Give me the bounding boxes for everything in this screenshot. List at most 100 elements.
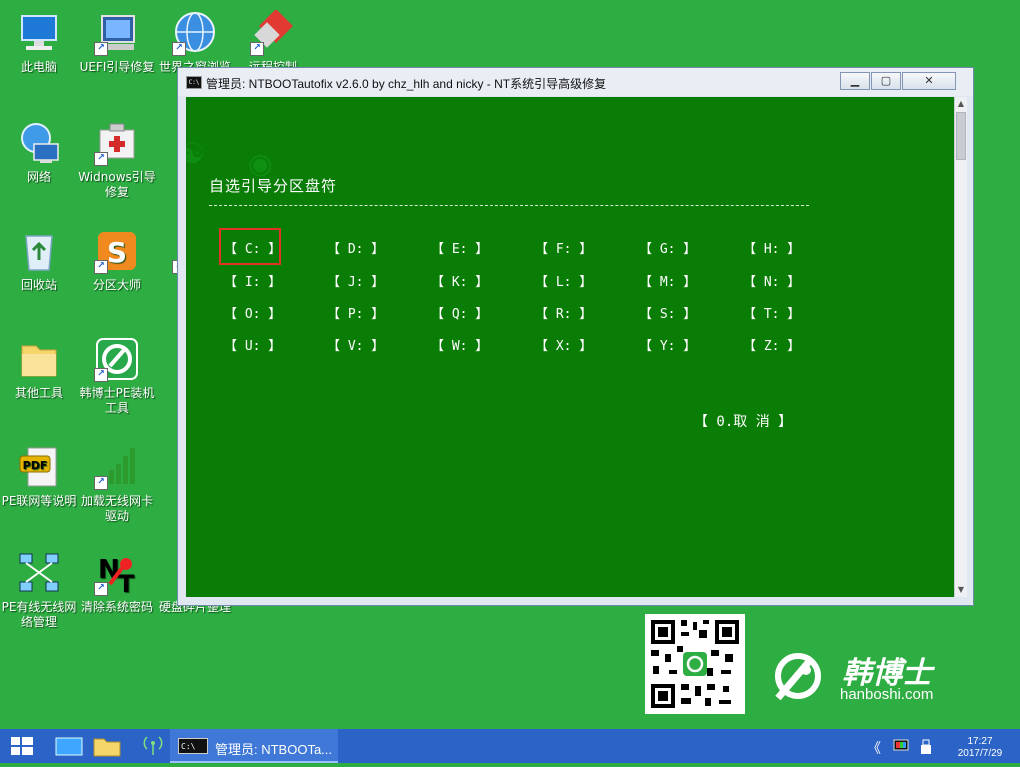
drive-option-q[interactable]: 【 Q: 】 bbox=[431, 303, 488, 322]
drive-option-k[interactable]: 【 K: 】 bbox=[431, 271, 488, 290]
desktop-icon-label: 其他工具 bbox=[14, 386, 63, 400]
drive-option-i[interactable]: 【 I: 】 bbox=[224, 271, 281, 290]
wireless-tray-icon[interactable] bbox=[138, 729, 168, 763]
desktop-icon-password-clear[interactable]: NT ↗ 清除系统密码 bbox=[78, 550, 156, 615]
console-icon: C:\ bbox=[178, 738, 208, 754]
desktop-icon-label: PE有线无线网络管理 bbox=[1, 600, 77, 629]
drive-option-v[interactable]: 【 V: 】 bbox=[327, 335, 384, 354]
pdf-icon: PDF bbox=[16, 444, 62, 490]
minimize-button[interactable]: ▁ bbox=[840, 72, 870, 90]
desktop-icon-windows-boot-repair[interactable]: ↗ Widnows引导修复 bbox=[78, 120, 156, 200]
shortcut-arrow-icon: ↗ bbox=[94, 368, 108, 382]
desktop-icon-recycle-bin[interactable]: 回收站 bbox=[0, 228, 78, 293]
drive-option-n[interactable]: 【 N: 】 bbox=[743, 271, 800, 290]
start-button[interactable] bbox=[0, 729, 44, 763]
desktop-icon-label: UEFI引导修复 bbox=[79, 60, 155, 74]
maximize-button[interactable]: ▢ bbox=[871, 72, 901, 90]
desktop-quick-launch-icon[interactable] bbox=[52, 729, 86, 763]
desktop-icon-other-tools[interactable]: 其他工具 bbox=[0, 336, 78, 401]
shortcut-arrow-icon: ↗ bbox=[94, 582, 108, 596]
drive-option-r[interactable]: 【 R: 】 bbox=[535, 303, 592, 322]
watermark-logo-icon: ☯ bbox=[186, 137, 206, 170]
clock-date[interactable]: 2017/7/29 bbox=[945, 748, 1015, 759]
display-tray-icon[interactable] bbox=[893, 739, 909, 757]
desktop-icon-uefi-repair[interactable]: ↗ UEFI引导修复 bbox=[78, 10, 156, 75]
browser-globe-icon: ↗ bbox=[172, 10, 218, 56]
window-title: 管理员: NTBOOTautofix v2.6.0 by chz_hlh and… bbox=[206, 77, 607, 91]
desktop-icon-network[interactable]: 网络 bbox=[0, 120, 78, 185]
window-titlebar[interactable]: C:\ 管理员: NTBOOTautofix v2.6.0 by chz_hlh… bbox=[178, 68, 973, 96]
drive-option-s[interactable]: 【 S: 】 bbox=[639, 303, 696, 322]
drive-option-z[interactable]: 【 Z: 】 bbox=[743, 335, 800, 354]
windows-boot-repair-icon: ↗ bbox=[94, 120, 140, 166]
console-area[interactable]: ☯ ◉ 自选引导分区盘符 【 C: 】 【 D: 】 【 E: 】 【 F: 】… bbox=[186, 97, 954, 597]
drive-option-e[interactable]: 【 E: 】 bbox=[431, 238, 488, 257]
svg-text:S: S bbox=[107, 236, 127, 269]
desktop-icon-label: 网络 bbox=[26, 170, 51, 184]
shortcut-arrow-icon: ↗ bbox=[94, 476, 108, 490]
desktop-icon-label: PE联网等说明 bbox=[1, 494, 77, 508]
drive-option-h[interactable]: 【 H: 】 bbox=[743, 238, 800, 257]
drive-option-d[interactable]: 【 D: 】 bbox=[327, 238, 384, 257]
console-icon: C:\ bbox=[186, 76, 202, 89]
password-clear-icon: NT ↗ bbox=[94, 550, 140, 598]
drive-option-t[interactable]: 【 T: 】 bbox=[743, 303, 800, 322]
taskbar-task-console[interactable]: C:\ 管理员: NTBOOTa... bbox=[170, 729, 338, 763]
taskbar-task-label: 管理员: NTBOOTa... bbox=[215, 742, 333, 757]
drive-option-p[interactable]: 【 P: 】 bbox=[327, 303, 384, 322]
desktop-icon-this-pc[interactable]: 此电脑 bbox=[0, 10, 78, 75]
tray-expand-chevron-icon[interactable]: 《 bbox=[867, 738, 881, 758]
usb-tray-icon[interactable] bbox=[920, 739, 932, 759]
svg-text:N: N bbox=[98, 555, 120, 585]
shortcut-arrow-icon: ↗ bbox=[94, 42, 108, 56]
desktop-icon-label: 清除系统密码 bbox=[80, 600, 153, 614]
desktop-icon-label: 此电脑 bbox=[20, 60, 57, 74]
scroll-down-arrow-icon[interactable]: ▼ bbox=[955, 583, 967, 597]
desktop-icon-label: 韩博士PE装机工具 bbox=[79, 386, 155, 415]
drive-option-j[interactable]: 【 J: 】 bbox=[327, 271, 384, 290]
vertical-scrollbar[interactable]: ▲ ▼ bbox=[954, 97, 967, 597]
wireless-signal-icon: ↗ bbox=[94, 444, 140, 490]
drive-option-x[interactable]: 【 X: 】 bbox=[535, 335, 592, 354]
console-divider bbox=[209, 205, 809, 207]
svg-text:PDF: PDF bbox=[23, 459, 48, 472]
partition-master-icon: S ↗ bbox=[94, 228, 140, 274]
desktop-icon-hanboshi-installer[interactable]: ↗ 韩博士PE装机工具 bbox=[78, 336, 156, 416]
shortcut-arrow-icon: ↗ bbox=[94, 260, 108, 274]
desktop-icon-pe-network-guide[interactable]: PDF PE联网等说明 bbox=[0, 444, 78, 509]
folder-icon bbox=[16, 336, 62, 382]
desktop-icon-wireless-driver[interactable]: ↗ 加载无线网卡驱动 bbox=[78, 444, 156, 524]
drive-option-f[interactable]: 【 F: 】 bbox=[535, 238, 592, 257]
hanboshi-installer-icon: ↗ bbox=[94, 336, 140, 382]
desktop-icon-label: 加载无线网卡驱动 bbox=[80, 494, 153, 523]
desktop-icon-label: 回收站 bbox=[20, 278, 57, 292]
brand-url: hanboshi.com bbox=[840, 686, 934, 703]
shortcut-arrow-icon: ↗ bbox=[94, 152, 108, 166]
drive-option-o[interactable]: 【 O: 】 bbox=[224, 303, 281, 322]
desktop-icon-partition-master[interactable]: S ↗ 分区大师 bbox=[78, 228, 156, 293]
drive-option-w[interactable]: 【 W: 】 bbox=[431, 335, 488, 354]
clock-time[interactable]: 17:27 bbox=[945, 736, 1015, 747]
drive-option-u[interactable]: 【 U: 】 bbox=[224, 335, 281, 354]
desktop-icon-browser[interactable]: ↗ 世界之窗浏览 bbox=[156, 10, 234, 75]
drive-option-l[interactable]: 【 L: 】 bbox=[535, 271, 592, 290]
network-manager-icon bbox=[16, 550, 62, 596]
drive-option-y[interactable]: 【 Y: 】 bbox=[639, 335, 696, 354]
close-button[interactable]: ✕ bbox=[902, 72, 956, 90]
cancel-option[interactable]: 【 0.取 消 】 bbox=[694, 411, 792, 431]
drive-option-m[interactable]: 【 M: 】 bbox=[639, 271, 696, 290]
scroll-thumb[interactable] bbox=[956, 112, 966, 160]
drive-option-g[interactable]: 【 G: 】 bbox=[639, 238, 696, 257]
computer-icon bbox=[16, 10, 62, 56]
scroll-up-arrow-icon[interactable]: ▲ bbox=[955, 97, 967, 111]
shortcut-arrow-icon: ↗ bbox=[250, 42, 264, 56]
desktop-icon-network-manager[interactable]: PE有线无线网络管理 bbox=[0, 550, 78, 630]
console-window[interactable]: C:\ 管理员: NTBOOTautofix v2.6.0 by chz_hlh… bbox=[177, 67, 974, 606]
desktop-icon-remote-control[interactable]: ↗ 远程控制 bbox=[234, 9, 312, 75]
svg-text:T: T bbox=[118, 570, 135, 596]
drive-option-c[interactable]: 【 C: 】 bbox=[224, 238, 281, 257]
uefi-repair-icon: ↗ bbox=[94, 10, 140, 56]
explorer-quick-launch-icon[interactable] bbox=[90, 729, 124, 763]
shortcut-arrow-icon: ↗ bbox=[172, 42, 186, 56]
console-heading: 自选引导分区盘符 bbox=[209, 177, 338, 195]
